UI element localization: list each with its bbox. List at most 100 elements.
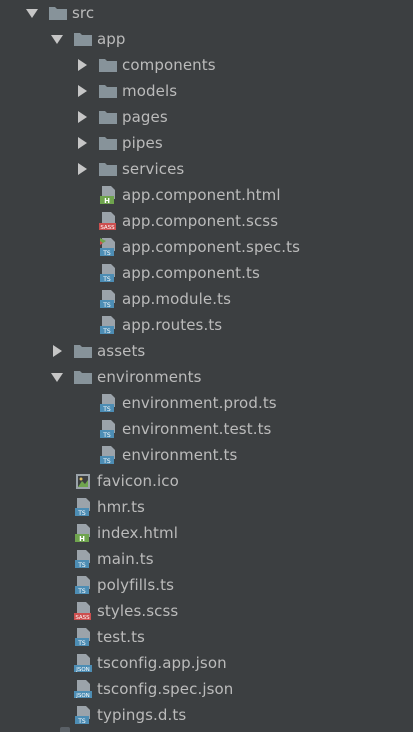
svg-text:SASS: SASS: [100, 225, 115, 231]
json-file-icon: JSON: [73, 653, 93, 673]
tree-item-test-ts[interactable]: TS test.ts: [73, 624, 145, 650]
tree-item-label: src: [72, 4, 95, 22]
ts-file-icon: TS: [73, 497, 93, 517]
json-file-icon: JSON: [73, 679, 93, 699]
svg-text:TS: TS: [77, 718, 86, 725]
tree-item-app-component-spec-ts[interactable]: TS app.component.spec.ts: [98, 234, 300, 260]
tree-item-app-component-scss[interactable]: SASS app.component.scss: [98, 208, 278, 234]
tree-item-label: app.component.ts: [122, 264, 260, 282]
tree-item-label: typings.d.ts: [97, 706, 187, 724]
folder-icon: [73, 367, 93, 387]
tree-item-environment-ts[interactable]: TS environment.ts: [98, 442, 237, 468]
chevron-right-icon[interactable]: [75, 52, 89, 78]
project-file-tree: src app components models pages pipes se…: [0, 0, 413, 732]
tree-item-label: pages: [122, 108, 168, 126]
sass-file-icon: SASS: [98, 211, 118, 231]
folder-icon: [98, 81, 118, 101]
tree-item-label: app: [97, 30, 126, 48]
chevron-down-icon[interactable]: [50, 26, 64, 52]
ts-file-icon: TS: [73, 575, 93, 595]
tree-item-index-html[interactable]: H index.html: [73, 520, 178, 546]
folder-icon: [73, 29, 93, 49]
svg-text:JSON: JSON: [75, 667, 90, 673]
chevron-down-icon[interactable]: [50, 364, 64, 390]
tree-item-label: tsconfig.app.json: [97, 654, 227, 672]
sass-file-icon: SASS: [73, 601, 93, 621]
svg-text:H: H: [104, 197, 110, 205]
tree-item-environment-prod-ts[interactable]: TS environment.prod.ts: [98, 390, 277, 416]
ts-file-icon: TS: [98, 445, 118, 465]
chevron-right-icon[interactable]: [75, 78, 89, 104]
svg-text:TS: TS: [102, 458, 111, 465]
tree-item-label: app.component.scss: [122, 212, 279, 230]
svg-text:H: H: [79, 535, 85, 543]
ts-file-icon: TS: [73, 549, 93, 569]
tree-item-app-routes-ts[interactable]: TS app.routes.ts: [98, 312, 222, 338]
tree-item-label: index.html: [97, 524, 178, 542]
tree-item-label: environment.ts: [122, 446, 238, 464]
svg-text:TS: TS: [102, 406, 111, 413]
folder-icon: [98, 55, 118, 75]
image-file-icon: [73, 471, 93, 491]
chevron-down-icon[interactable]: [25, 0, 39, 26]
ts-file-icon: TS: [98, 263, 118, 283]
svg-text:TS: TS: [102, 302, 111, 309]
ts-file-icon: TS: [98, 393, 118, 413]
svg-text:TS: TS: [77, 640, 86, 647]
tree-item-label: app.module.ts: [122, 290, 231, 308]
tree-item-main-ts[interactable]: TS main.ts: [73, 546, 154, 572]
tree-item-label: components: [122, 56, 216, 74]
tree-item-label: pipes: [122, 134, 163, 152]
tree-item-app-component-html[interactable]: H app.component.html: [98, 182, 281, 208]
tree-item-pages[interactable]: pages: [75, 104, 168, 130]
html-file-icon: H: [98, 185, 118, 205]
tree-item-label: services: [122, 160, 185, 178]
tree-item-app-module-ts[interactable]: TS app.module.ts: [98, 286, 231, 312]
tree-item-favicon-ico[interactable]: favicon.ico: [73, 468, 179, 494]
chevron-right-icon[interactable]: [75, 156, 89, 182]
tree-item-label: favicon.ico: [97, 472, 179, 490]
ts-file-icon: TS: [73, 705, 93, 725]
tree-item-src[interactable]: src: [25, 0, 94, 26]
tree-item-environment-test-ts[interactable]: TS environment.test.ts: [98, 416, 271, 442]
chevron-right-icon[interactable]: [50, 338, 64, 364]
html-file-icon: H: [73, 523, 93, 543]
svg-text:TS: TS: [77, 588, 86, 595]
tree-item-label: hmr.ts: [97, 498, 145, 516]
ts-test-file-icon: TS: [98, 237, 118, 257]
svg-text:SASS: SASS: [75, 615, 90, 621]
ts-file-icon: TS: [98, 419, 118, 439]
chevron-right-icon[interactable]: [75, 130, 89, 156]
folder-icon: [73, 341, 93, 361]
tree-item-models[interactable]: models: [75, 78, 177, 104]
svg-text:TS: TS: [77, 510, 86, 517]
svg-text:TS: TS: [102, 328, 111, 335]
tree-item-label: app.component.spec.ts: [122, 238, 301, 256]
tree-item-label: environment.prod.ts: [122, 394, 277, 412]
tree-item-tsconfig-spec-json[interactable]: JSON tsconfig.spec.json: [73, 676, 233, 702]
tree-item-components[interactable]: components: [75, 52, 216, 78]
svg-text:JSON: JSON: [75, 693, 90, 699]
tree-item-environments[interactable]: environments: [50, 364, 202, 390]
svg-text:TS: TS: [102, 250, 111, 257]
ts-file-icon: TS: [73, 627, 93, 647]
ts-file-icon: TS: [98, 315, 118, 335]
tree-item-tsconfig-app-json[interactable]: JSON tsconfig.app.json: [73, 650, 227, 676]
tree-item-services[interactable]: services: [75, 156, 184, 182]
tree-item-assets[interactable]: assets: [50, 338, 145, 364]
tree-item-polyfills-ts[interactable]: TS polyfills.ts: [73, 572, 174, 598]
tree-item-app-component-ts[interactable]: TS app.component.ts: [98, 260, 260, 286]
tree-item-label: environment.test.ts: [122, 420, 272, 438]
tree-item-label: tsconfig.spec.json: [97, 680, 234, 698]
tree-item-label: environments: [97, 368, 202, 386]
chevron-right-icon[interactable]: [75, 104, 89, 130]
folder-icon: [48, 3, 68, 23]
tree-item-typings-d-ts[interactable]: TS typings.d.ts: [73, 702, 186, 728]
tree-item-hmr-ts[interactable]: TS hmr.ts: [73, 494, 145, 520]
tree-item-label: app.routes.ts: [122, 316, 223, 334]
ts-file-icon: TS: [98, 289, 118, 309]
tree-item-styles-scss[interactable]: SASS styles.scss: [73, 598, 178, 624]
tree-item-pipes[interactable]: pipes: [75, 130, 163, 156]
folder-icon: [98, 159, 118, 179]
tree-item-app[interactable]: app: [50, 26, 126, 52]
